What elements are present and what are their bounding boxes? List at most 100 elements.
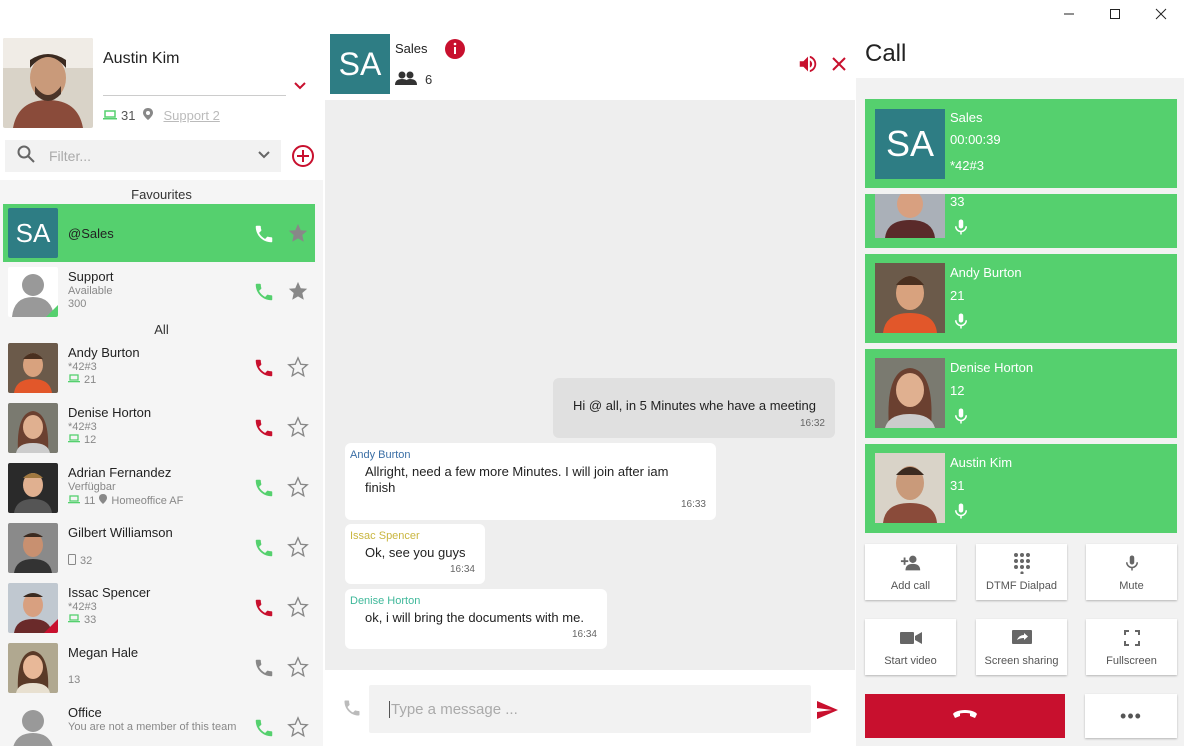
maximize-button[interactable] <box>1092 0 1138 28</box>
star-icon[interactable] <box>287 356 309 378</box>
contact-code: *42#3 <box>68 361 97 373</box>
hangup-button[interactable] <box>865 694 1065 738</box>
speaker-icon[interactable] <box>797 53 819 75</box>
device-count: 31 <box>121 108 136 123</box>
avatar[interactable] <box>3 38 93 128</box>
avatar <box>8 403 58 453</box>
dtmf-dialpad-button[interactable]: DTMF Dialpad <box>976 544 1067 600</box>
participant-ext: 21 <box>950 288 965 303</box>
send-icon[interactable] <box>815 698 839 722</box>
mobile-icon <box>68 554 76 569</box>
laptop-icon <box>68 434 80 447</box>
participant-card: Andy Burton 21 <box>865 254 1177 343</box>
phone-icon[interactable] <box>253 537 275 559</box>
avatar <box>875 453 945 523</box>
mic-icon[interactable] <box>952 311 970 331</box>
chevron-down-icon[interactable] <box>293 78 307 94</box>
message-bubble: Hi @ all, in 5 Minutes whe have a meetin… <box>553 378 835 438</box>
mute-button[interactable]: Mute <box>1086 544 1177 600</box>
avatar <box>8 583 58 633</box>
star-icon[interactable] <box>287 656 309 678</box>
phone-icon[interactable] <box>342 698 362 718</box>
chevron-down-icon[interactable] <box>257 147 271 165</box>
user-name: Austin Kim <box>103 50 180 67</box>
contact-ext: 12 <box>84 434 97 446</box>
list-item[interactable]: Denise Horton *42#3 12 <box>0 398 323 458</box>
screen-share-icon <box>1011 627 1033 649</box>
add-call-label: Add call <box>890 580 931 592</box>
message-author: Issac Spencer <box>350 530 420 542</box>
avatar <box>8 267 58 317</box>
section-favourites: Favourites <box>131 187 192 202</box>
phone-icon[interactable] <box>253 417 275 439</box>
minimize-button[interactable] <box>1046 0 1092 28</box>
mic-icon[interactable] <box>952 406 970 426</box>
phone-icon[interactable] <box>253 717 275 739</box>
screen-sharing-button[interactable]: Screen sharing <box>976 619 1067 675</box>
mute-label: Mute <box>1119 580 1144 592</box>
list-item[interactable]: Gilbert Williamson 32 <box>0 518 323 578</box>
list-item[interactable]: Support Available 300 <box>0 262 323 322</box>
mic-icon[interactable] <box>952 217 970 237</box>
contact-ext: 32 <box>80 555 93 567</box>
message-input[interactable]: Type a message ... <box>369 685 811 733</box>
contact-name: @Sales <box>68 226 114 241</box>
phone-icon[interactable] <box>253 223 275 245</box>
info-icon[interactable] <box>444 38 466 60</box>
add-person-icon <box>900 552 922 574</box>
contacts-panel: Austin Kim 31 Support 2 Filter... Favour… <box>0 28 323 746</box>
add-circle-icon[interactable] <box>291 144 315 168</box>
message-bubble: Denise Horton ok, i will bring the docum… <box>345 589 607 649</box>
add-call-button[interactable]: Add call <box>865 544 956 600</box>
phone-icon[interactable] <box>253 597 275 619</box>
member-count[interactable]: 6 <box>395 71 432 88</box>
star-icon[interactable] <box>287 280 309 302</box>
fullscreen-label: Fullscreen <box>1106 655 1157 667</box>
filter-box[interactable]: Filter... <box>5 140 281 172</box>
contact-ext: 33 <box>84 614 97 626</box>
message-text: Hi @ all, in 5 Minutes whe have a meetin… <box>573 398 816 413</box>
chat-panel: SA Sales 6 Hi @ all, in 5 Minutes whe ha… <box>325 28 855 746</box>
phone-icon[interactable] <box>253 357 275 379</box>
contact-location: Homeoffice AF <box>111 494 184 507</box>
star-icon[interactable] <box>287 596 309 618</box>
status-divider <box>103 95 286 96</box>
star-icon[interactable] <box>287 716 309 738</box>
star-icon[interactable] <box>287 416 309 438</box>
participant-card: Denise Horton 12 <box>865 349 1177 438</box>
message-time: 16:34 <box>571 629 597 640</box>
call-panel: Call SA Sales 00:00:39 *42#3 33 Andy Bur… <box>856 28 1184 746</box>
member-count-value: 6 <box>425 72 433 87</box>
list-item[interactable]: SA @Sales <box>3 204 315 262</box>
phone-icon[interactable] <box>253 281 275 303</box>
phone-icon[interactable] <box>253 477 275 499</box>
message-time: 16:34 <box>449 564 475 575</box>
message-author: Denise Horton <box>350 595 421 607</box>
list-item[interactable]: Office You are not a member of this team <box>0 698 323 746</box>
laptop-icon <box>103 108 117 123</box>
contact-name: Support <box>68 269 114 284</box>
filter-input[interactable]: Filter... <box>49 148 257 164</box>
list-item[interactable]: Andy Burton *42#3 21 <box>0 338 323 398</box>
list-item[interactable]: Adrian Fernandez Verfügbar 11 Homeoffice AF <box>0 458 323 518</box>
message-bubble: Issac Spencer Ok, see you guys 16:34 <box>345 524 485 584</box>
fullscreen-button[interactable]: Fullscreen <box>1086 619 1177 675</box>
location-pin-icon <box>99 494 108 508</box>
close-window-button[interactable] <box>1138 0 1184 28</box>
star-icon[interactable] <box>287 222 309 244</box>
location-link[interactable]: Support 2 <box>163 108 219 123</box>
message-text: Allright, need a few more Minutes. I wil… <box>365 464 669 495</box>
star-icon[interactable] <box>287 536 309 558</box>
list-item[interactable]: Issac Spencer *42#3 33 <box>0 578 323 638</box>
avatar <box>8 463 58 513</box>
section-all: All <box>154 322 169 337</box>
video-icon <box>899 627 922 649</box>
mic-icon[interactable] <box>952 501 970 521</box>
contact-ext: 21 <box>84 374 97 386</box>
star-icon[interactable] <box>287 476 309 498</box>
close-icon[interactable] <box>828 53 850 75</box>
list-item[interactable]: Megan Hale 13 <box>0 638 323 698</box>
phone-icon[interactable] <box>253 657 275 679</box>
start-video-button[interactable]: Start video <box>865 619 956 675</box>
more-button[interactable]: ••• <box>1085 694 1177 738</box>
